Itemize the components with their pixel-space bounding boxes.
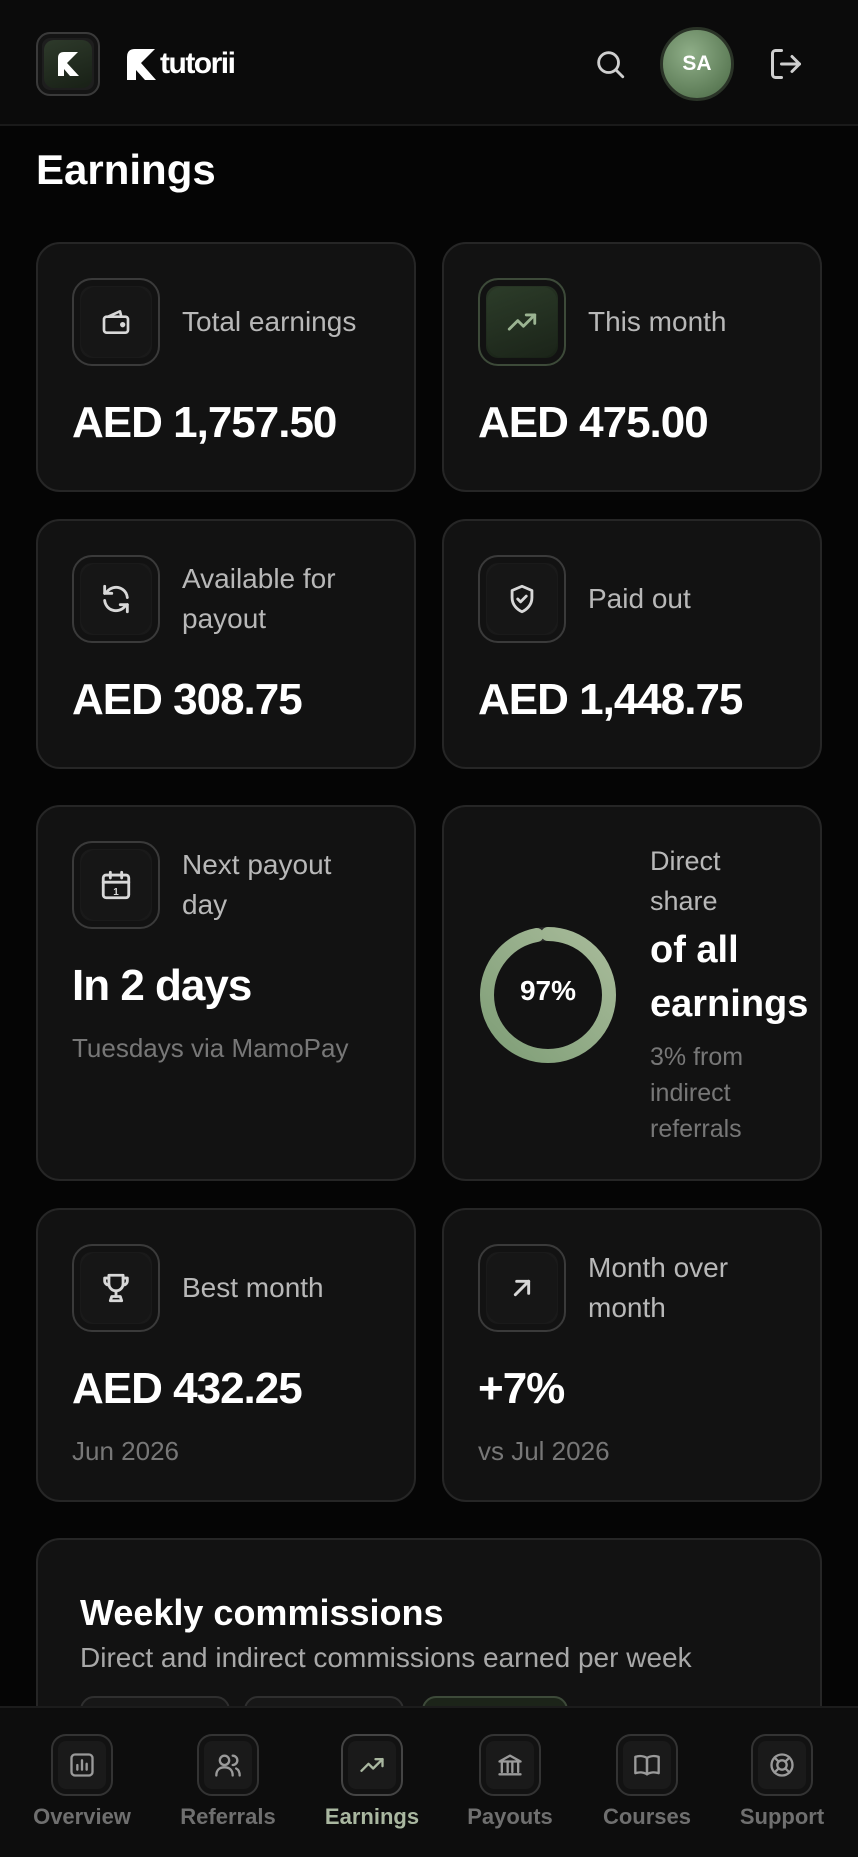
mom-value: +7% [478,1364,565,1413]
trend-up-icon [507,313,537,331]
nav-label-earnings: Earnings [324,1804,420,1829]
bottom-nav: Overview Referrals Earnings Payouts Cour… [0,1706,858,1857]
mom-sub: vs Jul 2026 [478,1436,610,1466]
weekly-subtitle: Direct and indirect commissions earned p… [80,1642,692,1673]
available-value: AED 308.75 [72,675,303,724]
nav-item-overview[interactable]: Overview [32,1734,132,1830]
trophy-icon-tile [72,1244,160,1332]
direct-share-sub-line3: referrals [650,1115,742,1143]
mom-label-line1: Month over [588,1252,729,1283]
refresh-icon [103,584,129,614]
wallet-icon [102,310,130,334]
trophy-icon [103,1273,129,1303]
logout-button[interactable] [766,44,806,84]
nav-label-courses: Courses [602,1804,692,1829]
calendar-icon: 1 [101,870,131,900]
bank-icon [498,1754,522,1776]
users-icon [215,1754,241,1777]
nav-label-support: Support [739,1804,825,1829]
shield-icon-tile [478,555,566,643]
calendar-icon-tile: 1 [72,841,160,929]
next-payout-label-line1: Next payout [182,849,332,880]
brand-name: tutorii [160,47,236,80]
total-earnings-value: AED 1,757.50 [72,398,337,447]
available-payout-card: Available for payout AED 308.75 [36,519,416,769]
wallet-icon-tile [72,278,160,366]
direct-share-sub-line1: 3% from [650,1043,744,1071]
logout-icon [771,49,801,79]
trend-icon-tile [478,278,566,366]
nav-item-courses[interactable]: Courses [597,1734,697,1830]
weekly-title: Weekly commissions [80,1592,444,1633]
paid-out-card: Paid out AED 1,448.75 [442,519,822,769]
donut-percent-label: 97% [519,975,577,1006]
book-icon [634,1754,660,1776]
search-icon [597,51,625,79]
best-month-card: Best month AED 432.25 Jun 2026 [36,1208,416,1502]
search-button[interactable] [590,44,630,84]
best-month-sub: Jun 2026 [72,1436,179,1466]
total-earnings-card: Total earnings AED 1,757.50 [36,242,416,492]
best-month-label: Best month [182,1272,324,1303]
paid-out-value: AED 1,448.75 [478,675,743,724]
svg-text:1: 1 [113,887,119,898]
arrow-icon-tile [478,1244,566,1332]
nav-item-payouts[interactable]: Payouts [460,1734,560,1830]
nav-item-earnings[interactable]: Earnings [322,1734,422,1830]
brand-logo[interactable]: tutorii [124,44,236,84]
refresh-icon-tile [72,555,160,643]
total-earnings-label: Total earnings [182,306,357,337]
best-month-value: AED 432.25 [72,1364,303,1413]
this-month-value: AED 475.00 [478,398,709,447]
available-label-line2: payout [182,603,267,634]
app-header: tutorii SA [0,0,858,126]
direct-share-sub-line2: indirect [650,1079,731,1107]
page-title: Earnings [36,146,216,193]
next-payout-value: In 2 days [72,961,252,1010]
direct-share-card: 97% Direct share of all earnings 3% from… [442,805,822,1181]
trend-up-icon [360,1758,384,1772]
arrow-up-right-icon [513,1279,531,1297]
earnings-page: tutorii SA Earnings Total earnings AED 1… [0,0,858,1857]
next-payout-label-line2: day [182,889,228,920]
chart-icon [70,1753,94,1777]
nav-label-overview: Overview [33,1804,131,1829]
nav-item-referrals[interactable]: Referrals [178,1734,278,1830]
app-logo-button[interactable] [36,32,100,96]
brand-mark-icon [127,49,156,80]
shield-check-icon [510,584,534,614]
this-month-label: This month [588,306,727,337]
next-payout-sub: Tuesdays via MamoPay [72,1033,349,1063]
available-label-line1: Available for [182,563,336,594]
this-month-card: This month AED 475.00 [442,242,822,492]
nav-label-referrals: Referrals [180,1804,276,1829]
avatar[interactable]: SA [660,27,734,101]
nav-label-payouts: Payouts [467,1804,553,1829]
month-over-month-card: Month over month +7% vs Jul 2026 [442,1208,822,1502]
direct-share-label-line2: share [650,886,718,916]
direct-share-headline-line1: of all [650,929,739,971]
paid-out-label: Paid out [588,583,691,614]
logo-icon [58,52,79,76]
mom-label-line2: month [588,1292,666,1323]
direct-share-headline-line2: earnings [650,983,809,1025]
direct-share-label-line1: Direct [650,846,721,876]
nav-item-support[interactable]: Support [732,1734,832,1830]
lifebuoy-icon [770,1753,794,1777]
next-payout-card: 1 Next payout day In 2 days Tuesdays via… [36,805,416,1181]
